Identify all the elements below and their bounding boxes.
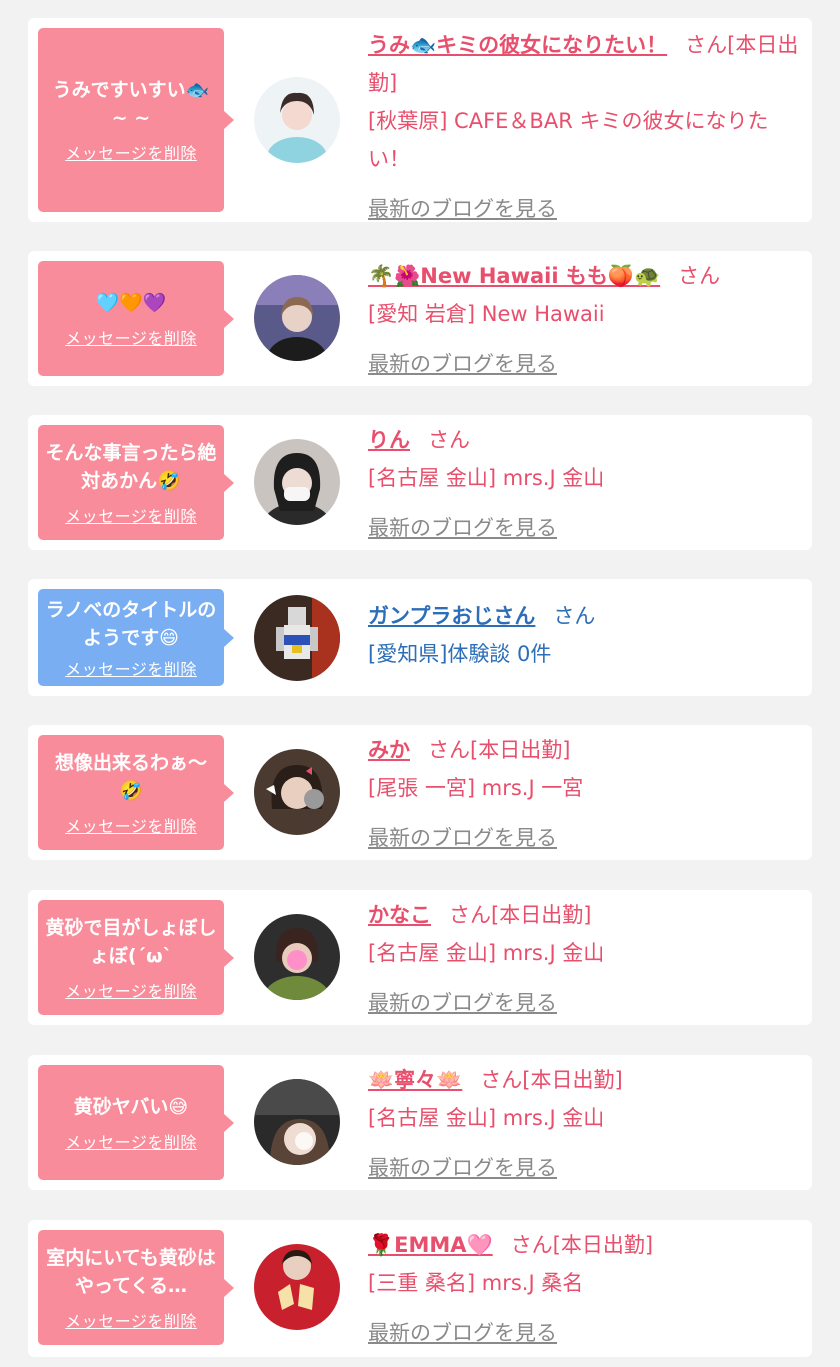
profile-info: ガンプラおじさん さん [愛知県]体験談 0件: [368, 597, 802, 673]
message-card: 黄砂ヤバい😅 メッセージを削除 🪷寧々🪷 さん[本日出勤] [名古屋 金山] mr…: [28, 1055, 812, 1190]
name-line: ガンプラおじさん さん: [368, 597, 802, 635]
name-suffix: さん: [553, 604, 596, 628]
latest-blog-link[interactable]: 最新のブログを見る: [368, 1314, 557, 1352]
profile-name-link[interactable]: ガンプラおじさん: [368, 604, 535, 628]
delete-message-link[interactable]: メッセージを削除: [65, 978, 197, 1002]
profile-info: みか さん[本日出勤] [尾張 一宮] mrs.J 一宮 最新のブログを見る: [368, 731, 802, 857]
profile-name-link[interactable]: りん: [368, 428, 410, 452]
message-bubble: 🩵🧡💜 メッセージを削除: [38, 261, 234, 376]
name-line: みか さん[本日出勤]: [368, 731, 802, 769]
message-card: そんな事言ったら絶対あかん🤣 メッセージを削除 りん さん [名古屋 金山] mr…: [28, 415, 812, 550]
message-card: ラノベのタイトルのようです😄 メッセージを削除 ガンプラおじさん さん [愛知県]…: [28, 579, 812, 696]
profile-info: うみ🐟キミの彼女になりたい！ さん[本日出勤] [秋葉原] CAFE＆BAR キミ…: [368, 26, 802, 228]
avatar[interactable]: [254, 439, 340, 525]
profile-photo-icon: [254, 1079, 340, 1165]
shop-text: [名古屋 金山] mrs.J 金山: [368, 1106, 605, 1130]
name-line: 🪷寧々🪷 さん[本日出勤]: [368, 1061, 802, 1099]
delete-message-link[interactable]: メッセージを削除: [65, 503, 197, 527]
message-card: うみですいすい🐟 ~ ~ メッセージを削除 うみ🐟キミの彼女になりたい！ さん[本…: [28, 18, 812, 222]
profile-info: 🪷寧々🪷 さん[本日出勤] [名古屋 金山] mrs.J 金山 最新のブログを見る: [368, 1061, 802, 1187]
message-text: そんな事言ったら絶対あかん🤣: [45, 441, 217, 492]
profile-photo-icon: [254, 275, 340, 361]
message-text: うみですいすい🐟 ~ ~: [52, 79, 210, 129]
message-bubble: 黄砂で目がしょぼしょぼ(´ω` メッセージを削除: [38, 900, 234, 1015]
avatar[interactable]: [254, 914, 340, 1000]
profile-name-link[interactable]: うみ🐟キミの彼女になりたい！: [368, 33, 667, 57]
latest-blog-link[interactable]: 最新のブログを見る: [368, 190, 557, 228]
latest-blog-link[interactable]: 最新のブログを見る: [368, 819, 557, 857]
message-text: 室内にいても黄砂はやってくる…: [46, 1246, 216, 1297]
message-list: うみですいすい🐟 ~ ~ メッセージを削除 うみ🐟キミの彼女になりたい！ さん[本…: [0, 0, 840, 1367]
message-text: 想像出来るわぁ〜🤣: [54, 751, 207, 802]
name-line: かなこ さん[本日出勤]: [368, 896, 802, 934]
name-line: 🌹EMMA🩷 さん[本日出勤]: [368, 1226, 802, 1264]
name-suffix: さん[本日出勤]: [480, 1068, 623, 1092]
profile-info: 🌴🌺New Hawaii もも🍑🐢 さん [愛知 岩倉] New Hawaii 最…: [368, 257, 802, 383]
avatar[interactable]: [254, 1079, 340, 1165]
profile-name-link[interactable]: 🌹EMMA🩷: [368, 1233, 493, 1257]
shop-text: [秋葉原] CAFE＆BAR キミの彼女になりたい！: [368, 109, 769, 171]
profile-info: りん さん [名古屋 金山] mrs.J 金山 最新のブログを見る: [368, 421, 802, 547]
profile-photo-icon: [254, 749, 340, 835]
message-text: 黄砂で目がしょぼしょぼ(´ω`: [45, 916, 217, 967]
name-suffix: さん[本日出勤]: [510, 1233, 654, 1257]
latest-blog-link[interactable]: 最新のブログを見る: [368, 509, 557, 547]
message-text: 黄砂ヤバい😅: [73, 1095, 189, 1118]
avatar[interactable]: [254, 595, 340, 681]
delete-message-link[interactable]: メッセージを削除: [65, 325, 197, 349]
message-text: ラノベのタイトルのようです😄: [45, 598, 217, 649]
avatar[interactable]: [254, 1244, 340, 1330]
profile-name-link[interactable]: 🌴🌺New Hawaii もも🍑🐢: [368, 264, 660, 288]
latest-blog-link[interactable]: 最新のブログを見る: [368, 345, 557, 383]
profile-info: 🌹EMMA🩷 さん[本日出勤] [三重 桑名] mrs.J 桑名 最新のブログを見…: [368, 1226, 802, 1352]
name-suffix: さん: [678, 264, 721, 288]
avatar[interactable]: [254, 749, 340, 835]
profile-info: かなこ さん[本日出勤] [名古屋 金山] mrs.J 金山 最新のブログを見る: [368, 896, 802, 1022]
name-line: 🌴🌺New Hawaii もも🍑🐢 さん: [368, 257, 802, 295]
shop-text: [三重 桑名] mrs.J 桑名: [368, 1271, 584, 1295]
name-suffix: さん[本日出勤]: [428, 738, 571, 762]
name-line: りん さん: [368, 421, 802, 459]
profile-photo-icon: [254, 1244, 340, 1330]
profile-name-link[interactable]: かなこ: [368, 903, 431, 927]
profile-name-link[interactable]: みか: [368, 738, 410, 762]
message-text: 🩵🧡💜: [95, 291, 167, 314]
message-card: 室内にいても黄砂はやってくる… メッセージを削除 🌹EMMA🩷 さん[本日出勤] …: [28, 1220, 812, 1357]
message-bubble: 室内にいても黄砂はやってくる… メッセージを削除: [38, 1230, 234, 1345]
shop-text: [尾張 一宮] mrs.J 一宮: [368, 776, 584, 800]
message-card: 🩵🧡💜 メッセージを削除 🌴🌺New Hawaii もも🍑🐢 さん [愛知 岩倉]…: [28, 251, 812, 386]
profile-photo-icon: [254, 914, 340, 1000]
message-bubble: ラノベのタイトルのようです😄 メッセージを削除: [38, 589, 234, 686]
message-bubble: そんな事言ったら絶対あかん🤣 メッセージを削除: [38, 425, 234, 540]
avatar[interactable]: [254, 275, 340, 361]
delete-message-link[interactable]: メッセージを削除: [65, 140, 197, 164]
latest-blog-link[interactable]: 最新のブログを見る: [368, 1149, 557, 1187]
delete-message-link[interactable]: メッセージを削除: [65, 813, 197, 837]
shop-text: [愛知 岩倉] New Hawaii: [368, 302, 605, 326]
profile-photo-icon: [254, 439, 340, 525]
name-line: うみ🐟キミの彼女になりたい！ さん[本日出勤]: [368, 26, 802, 102]
name-suffix: さん: [428, 428, 470, 452]
profile-photo-icon: [254, 77, 340, 163]
message-bubble: 黄砂ヤバい😅 メッセージを削除: [38, 1065, 234, 1180]
delete-message-link[interactable]: メッセージを削除: [65, 1129, 197, 1153]
message-bubble: うみですいすい🐟 ~ ~ メッセージを削除: [38, 28, 234, 212]
shop-text: [名古屋 金山] mrs.J 金山: [368, 466, 605, 490]
avatar[interactable]: [254, 77, 340, 163]
latest-blog-link[interactable]: 最新のブログを見る: [368, 984, 557, 1022]
message-card: 想像出来るわぁ〜🤣 メッセージを削除 みか さん[本日出勤] [尾張 一宮] mr…: [28, 725, 812, 860]
profile-photo-icon: [254, 595, 340, 681]
name-suffix: さん[本日出勤]: [449, 903, 592, 927]
shop-text: [愛知県]体験談 0件: [368, 642, 552, 666]
delete-message-link[interactable]: メッセージを削除: [65, 656, 197, 680]
delete-message-link[interactable]: メッセージを削除: [65, 1308, 197, 1332]
message-bubble: 想像出来るわぁ〜🤣 メッセージを削除: [38, 735, 234, 850]
profile-name-link[interactable]: 🪷寧々🪷: [368, 1068, 462, 1092]
shop-text: [名古屋 金山] mrs.J 金山: [368, 941, 605, 965]
message-card: 黄砂で目がしょぼしょぼ(´ω` メッセージを削除 かなこ さん[本日出勤] [名古…: [28, 890, 812, 1025]
